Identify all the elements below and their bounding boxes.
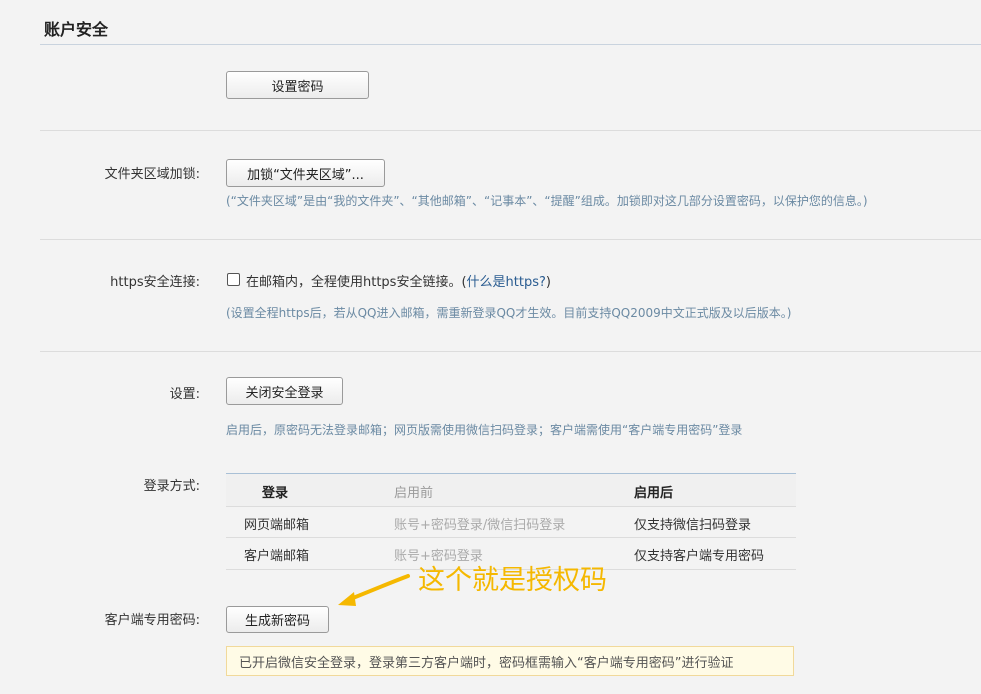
divider <box>40 130 981 131</box>
close-secure-login-button[interactable]: 关闭安全登录 <box>226 377 343 405</box>
column-header: 启用后 <box>634 486 674 501</box>
divider <box>40 239 981 240</box>
settings-label: 设置: <box>169 387 200 402</box>
lock-folder-button[interactable]: 加锁“文件夹区域”... <box>226 159 385 187</box>
set-password-button[interactable]: 设置密码 <box>226 71 369 99</box>
what-is-https-link[interactable]: 什么是https? <box>467 275 546 290</box>
table-cell: 仅支持客户端专用密码 <box>634 549 765 564</box>
folder-lock-label: 文件夹区域加锁: <box>104 167 200 182</box>
https-note: (设置全程https后，若从QQ进入邮箱，需重新登录QQ才生效。目前支持QQ20… <box>226 306 792 320</box>
title-divider <box>40 44 981 45</box>
column-header: 登录 <box>262 486 289 501</box>
annotation-arrow-icon <box>338 574 410 606</box>
https-label: https安全连接: <box>110 275 200 290</box>
divider <box>40 351 981 352</box>
https-checkbox[interactable] <box>227 273 240 286</box>
page-title: 账户安全 <box>44 20 109 39</box>
folder-lock-note: (“文件夹区域”是由“我的文件夹”、“其他邮箱”、“记事本”、“提醒”组成。加锁… <box>226 194 868 208</box>
login-method-label: 登录方式: <box>143 479 200 494</box>
column-header: 启用前 <box>394 486 434 501</box>
table-cell: 账号+密码登录/微信扫码登录 <box>394 518 566 533</box>
table-header <box>226 474 796 506</box>
annotation-text: 这个就是授权码 <box>418 565 607 596</box>
client-password-label: 客户端专用密码: <box>104 613 200 628</box>
generate-password-button[interactable]: 生成新密码 <box>226 606 329 633</box>
client-password-tip: 已开启微信安全登录，登录第三方客户端时，密码框需输入“客户端专用密码”进行验证 <box>226 646 794 676</box>
table-cell: 网页端邮箱 <box>244 518 310 533</box>
table-cell: 仅支持微信扫码登录 <box>634 518 752 533</box>
secure-login-note: 启用后，原密码无法登录邮箱；网页版需使用微信扫码登录；客户端需使用“客户端专用密… <box>226 423 743 437</box>
https-checkbox-text: 在邮箱内，全程使用https安全链接。(什么是https?) <box>246 275 551 290</box>
table-cell: 客户端邮箱 <box>244 549 310 564</box>
